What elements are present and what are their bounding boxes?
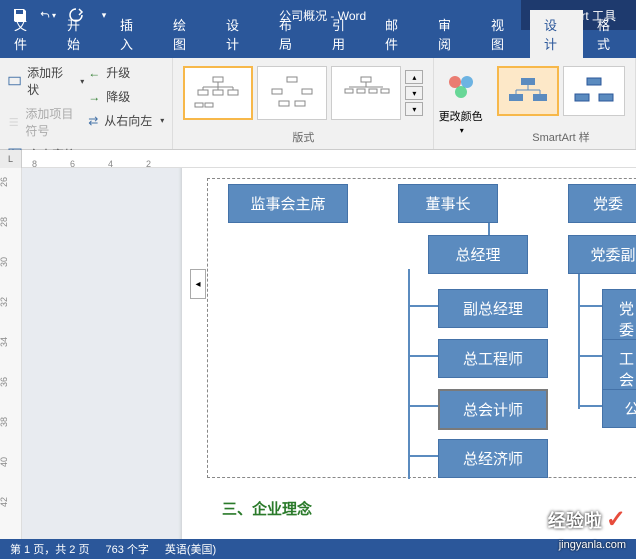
org-node[interactable]: 总经济师 [438,439,548,478]
smartart-frame[interactable]: ◂ 监事会主席 董事长 党委 总经理 党委副 副总经理 党委 总工程师 工会 总… [207,178,636,478]
ruler-corner: L [0,150,22,168]
tab-file[interactable]: 文件 [0,10,53,58]
status-lang[interactable]: 英语(美国) [165,541,216,557]
tab-design[interactable]: 设计 [212,10,265,58]
layout-item-1[interactable] [183,66,253,120]
add-shape-label: 添加形状 [27,64,72,98]
promote-label: 升级 [106,64,130,81]
org-node[interactable]: 党委副 [568,235,636,274]
add-bullet-button: 添加项目符号 [6,103,86,141]
tab-view[interactable]: 视图 [477,10,530,58]
style-item-1[interactable] [497,66,559,116]
ribbon-group-style: SmartArt 样 [487,58,636,149]
heading3: 三、企业理念 [222,498,312,519]
org-node[interactable]: 总经理 [428,235,528,274]
layout-group-label: 版式 [179,127,427,145]
change-color-button[interactable]: 更改颜色▾ [434,58,487,149]
demote-label: 降级 [106,88,130,105]
org-node[interactable]: 监事会主席 [228,184,348,223]
tab-draw[interactable]: 绘图 [159,10,212,58]
style-item-2[interactable] [563,66,625,116]
org-node[interactable]: 公 [602,389,636,428]
status-words[interactable]: 763 个字 [105,541,148,557]
ribbon-group-layout: ▴ ▾ ▾ 版式 [173,58,434,149]
org-node[interactable]: 总工程师 [438,339,548,378]
layout-up-icon[interactable]: ▴ [405,70,423,84]
add-shape-button[interactable]: 添加形状▾ [6,62,86,100]
watermark-url: jingyanla.com [559,539,626,551]
org-connector [408,269,410,479]
tab-review[interactable]: 审阅 [424,10,477,58]
org-node[interactable]: 党委 [568,184,636,223]
layout-item-3[interactable] [331,66,401,120]
tab-insert[interactable]: 插入 [106,10,159,58]
tab-sa-design[interactable]: 设计 [530,10,583,58]
demote-button[interactable]: → 降级 [86,86,166,107]
layout-down-icon[interactable]: ▾ [405,86,423,100]
org-node-selected[interactable]: 总会计师 [438,389,548,430]
statusbar: 第 1 页，共 2 页 763 个字 英语(美国) [0,539,636,559]
status-page[interactable]: 第 1 页，共 2 页 [10,541,89,557]
promote-button[interactable]: ← 升级 [86,62,166,83]
style-group-label: SmartArt 样 [493,127,629,145]
tab-sa-format[interactable]: 格式 [583,10,636,58]
checkmark-icon: ✓ [606,505,626,534]
org-connector [408,405,438,407]
expand-pane-icon[interactable]: ◂ [190,269,206,299]
tab-layout[interactable]: 布局 [265,10,318,58]
org-connector [408,305,438,307]
ruler-vertical: 26 28 30 32 34 36 38 40 42 [0,168,22,539]
tab-mail[interactable]: 邮件 [371,10,424,58]
tab-references[interactable]: 引用 [318,10,371,58]
ltr-label: 从右向左 [104,112,152,129]
ruler-horizontal: L 8 6 4 2 [0,150,636,168]
ltr-button[interactable]: ⇄ 从右向左▾ [86,110,166,131]
org-node[interactable]: 董事长 [398,184,498,223]
ribbon-group-create: 添加形状▾ 添加项目符号 文本窗格 ← 升级 → 降级 [0,58,173,149]
layout-item-2[interactable] [257,66,327,120]
tab-home[interactable]: 开始 [53,10,106,58]
watermark-text: 经验啦 [548,507,602,533]
document-area[interactable]: ◂ 监事会主席 董事长 党委 总经理 党委副 副总经理 党委 总工程师 工会 总… [22,168,636,539]
org-connector [408,455,438,457]
org-connector [408,355,438,357]
watermark: 经验啦 ✓ [548,505,626,534]
org-connector [578,269,580,409]
change-color-label: 更改颜色 [439,111,483,123]
layout-more-icon[interactable]: ▾ [405,102,423,116]
org-node[interactable]: 副总经理 [438,289,548,328]
add-bullet-label: 添加项目符号 [25,105,84,139]
